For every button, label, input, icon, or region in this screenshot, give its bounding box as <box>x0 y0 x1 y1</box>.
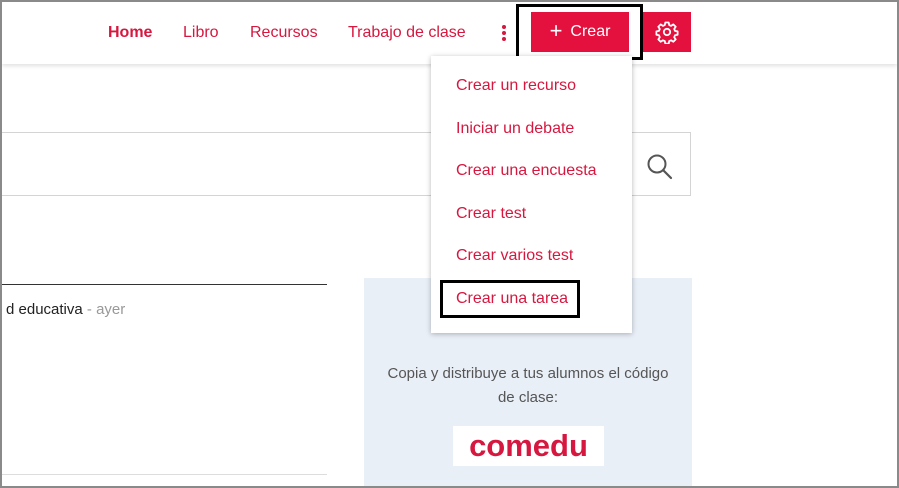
invite-description: Copia y distribuye a tus alumnos el códi… <box>387 365 669 406</box>
menu-item-crear-varios-test[interactable]: Crear varios test <box>456 247 573 265</box>
nav-home[interactable]: Home <box>108 24 152 42</box>
menu-item-iniciar-debate[interactable]: Iniciar un debate <box>456 120 574 138</box>
nav-libro[interactable]: Libro <box>183 24 219 42</box>
class-code: comedu <box>469 428 588 463</box>
crear-button[interactable]: + Crear <box>531 12 629 52</box>
app-window: Home Libro Recursos Trabajo de clase + C… <box>0 0 899 488</box>
menu-item-crear-recurso[interactable]: Crear un recurso <box>456 77 576 95</box>
settings-button[interactable] <box>643 12 691 52</box>
crear-dropdown-menu: Crear un recurso Iniciar un debate Crear… <box>431 56 632 333</box>
feed-divider-bottom <box>2 474 327 475</box>
crear-button-label: Crear <box>570 23 611 40</box>
gear-icon <box>655 21 679 44</box>
more-options-icon[interactable] <box>502 25 506 41</box>
menu-item-crear-test[interactable]: Crear test <box>456 205 526 223</box>
nav-trabajo-de-clase[interactable]: Trabajo de clase <box>348 24 466 42</box>
nav-recursos[interactable]: Recursos <box>250 24 318 42</box>
class-code-box: comedu <box>453 426 604 466</box>
search-icon[interactable] <box>646 153 674 181</box>
plus-icon: + <box>549 18 563 43</box>
feed-divider <box>2 284 327 285</box>
menu-item-crear-encuesta[interactable]: Crear una encuesta <box>456 162 597 180</box>
feed-item-text: d educativa <box>6 301 83 318</box>
crear-tarea-highlight-box <box>440 280 580 318</box>
top-navigation: Home Libro Recursos Trabajo de clase + C… <box>2 2 897 64</box>
feed-item-time: - ayer <box>82 301 126 318</box>
feed-item[interactable]: d educativa - ayer <box>6 301 125 318</box>
